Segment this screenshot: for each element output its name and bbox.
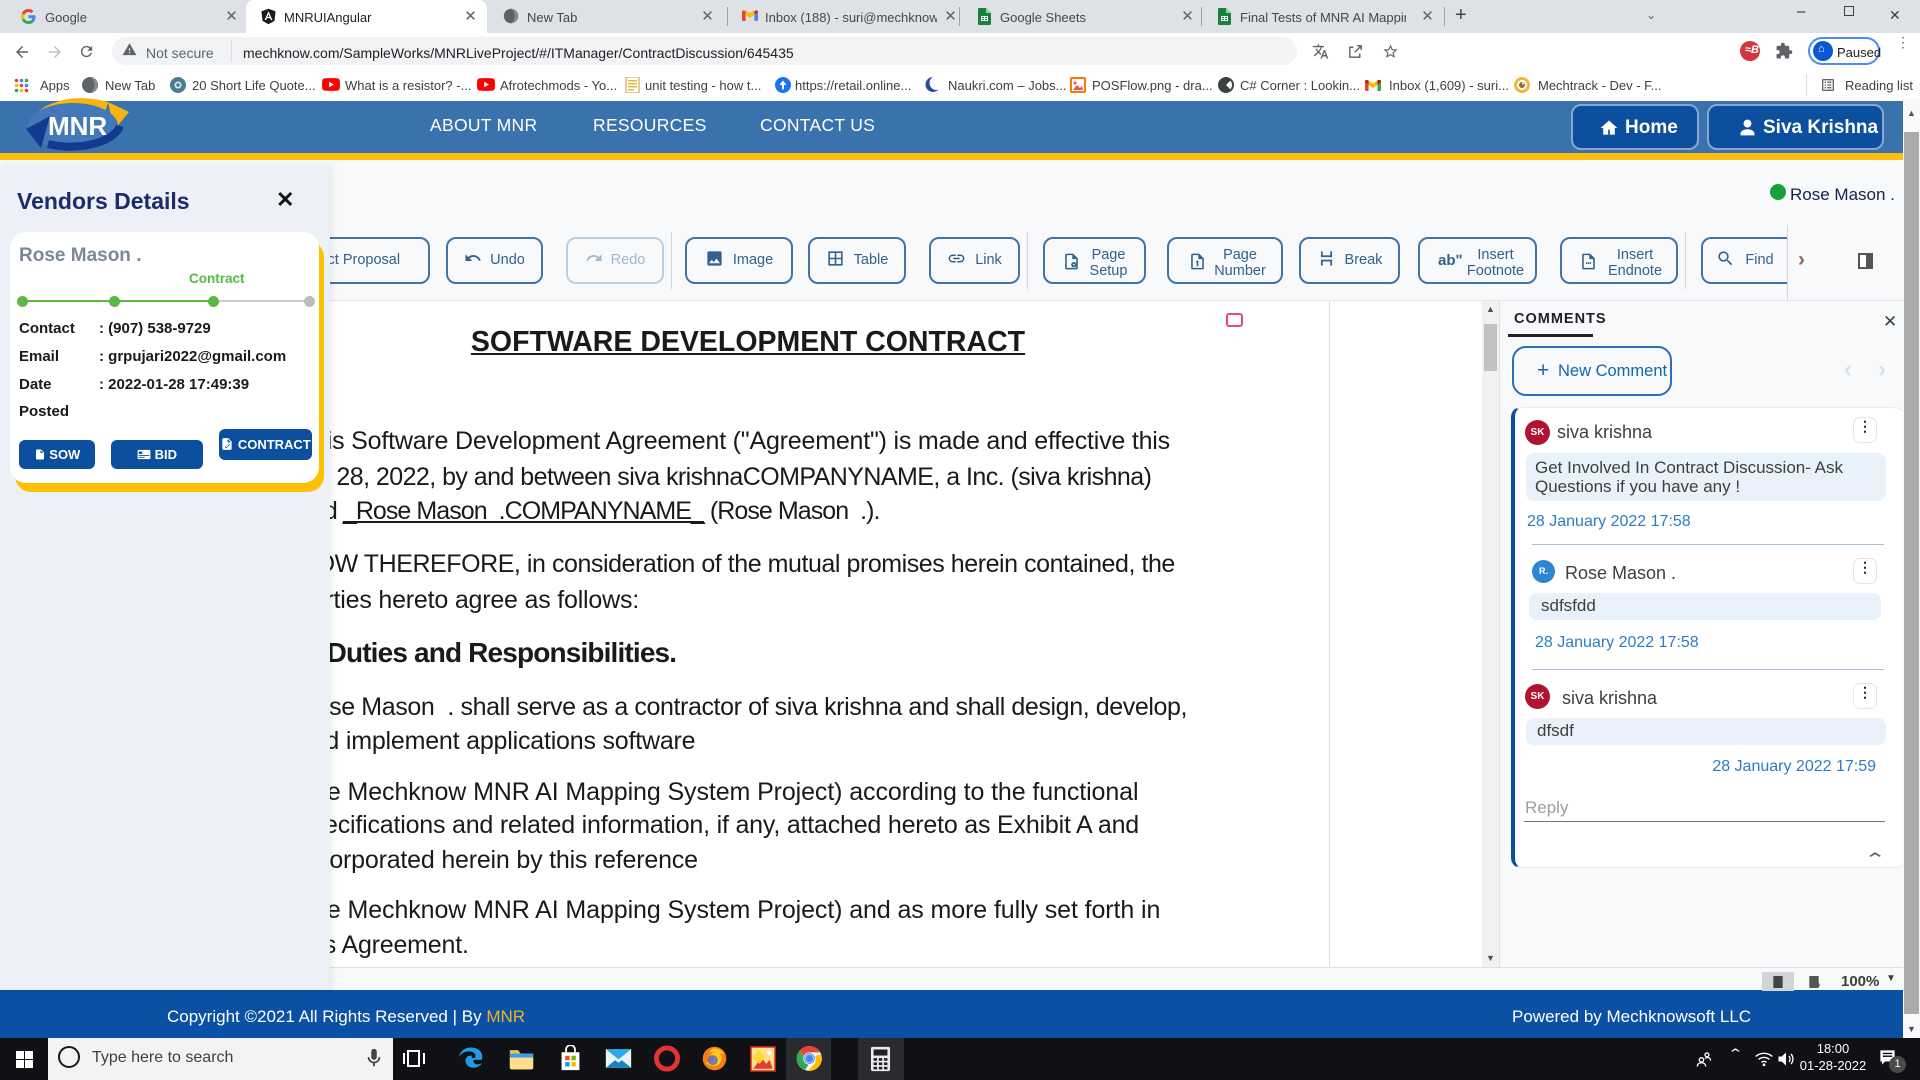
svg-text:MNR: MNR (48, 111, 107, 141)
